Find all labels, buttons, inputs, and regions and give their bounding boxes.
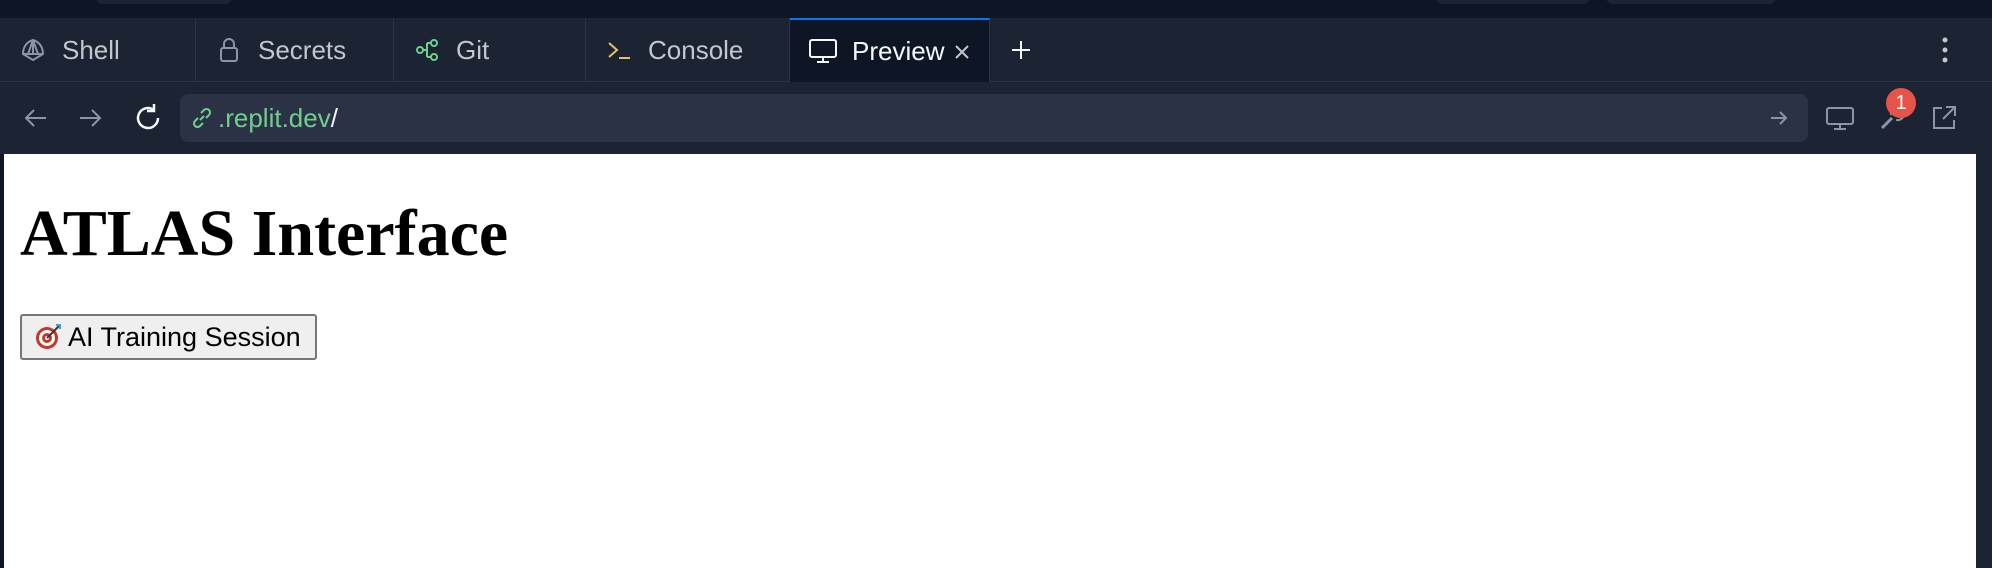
ai-training-session-button[interactable]: AI Training Session [20, 314, 317, 360]
reload-icon[interactable] [130, 100, 166, 136]
tab-preview[interactable]: Preview [790, 18, 990, 82]
monitor-icon [808, 36, 838, 66]
tab-label: Secrets [258, 34, 347, 65]
open-new-tab-icon[interactable] [1926, 100, 1962, 136]
tab-bar: Shell Secrets Git Console Preview [0, 18, 1992, 82]
more-options-icon[interactable] [1930, 35, 1960, 65]
page-title: ATLAS Interface [20, 197, 509, 270]
tab-label: Console [648, 34, 744, 65]
target-icon [34, 323, 62, 351]
preview-pane: ATLAS Interface AI Training Session [4, 154, 1976, 568]
button-label: AI Training Session [68, 321, 301, 352]
top-pill[interactable] [1606, 0, 1776, 4]
go-arrow-icon[interactable] [1764, 103, 1794, 133]
shell-icon [18, 35, 48, 65]
top-strip [0, 0, 1992, 18]
top-pill[interactable] [1436, 0, 1590, 4]
back-arrow-icon[interactable] [18, 100, 54, 136]
tab-label: Git [456, 34, 490, 65]
link-icon [190, 106, 214, 130]
tab-label: Shell [62, 34, 120, 65]
close-icon[interactable] [947, 37, 977, 67]
top-pill[interactable] [96, 0, 232, 4]
add-tab-icon[interactable] [1006, 35, 1036, 65]
tab-shell[interactable]: Shell [0, 18, 196, 82]
device-preview-icon[interactable] [1822, 100, 1858, 136]
git-branch-icon [412, 35, 442, 65]
terminal-icon [604, 35, 634, 65]
tab-secrets[interactable]: Secrets [196, 18, 394, 82]
tab-label: Preview [852, 35, 945, 66]
tab-git[interactable]: Git [394, 18, 586, 82]
tab-console[interactable]: Console [586, 18, 790, 82]
url-host: .replit.dev [218, 102, 331, 133]
notification-badge: 1 [1886, 88, 1916, 118]
url-bar[interactable]: .replit.dev / [180, 94, 1808, 142]
pane-edge [1976, 154, 1992, 568]
lock-icon [214, 35, 244, 65]
url-path: / [330, 102, 338, 133]
preview-toolbar: .replit.dev / [0, 82, 1992, 154]
forward-arrow-icon[interactable] [72, 100, 108, 136]
